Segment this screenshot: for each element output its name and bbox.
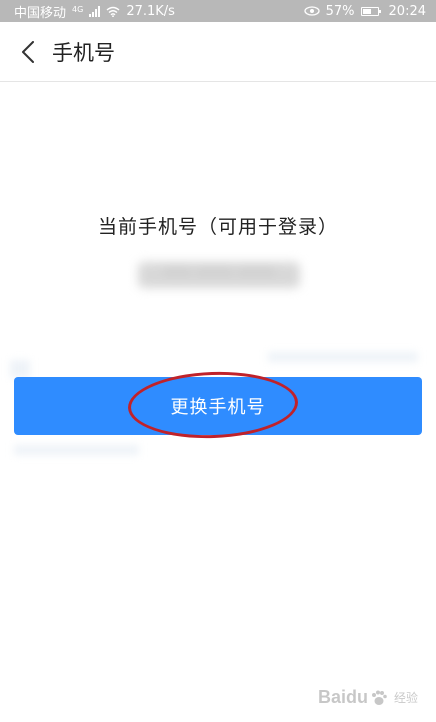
- watermark-suffix: 经验: [393, 691, 418, 705]
- blur-artifact: [268, 352, 418, 362]
- watermark: Baidu 经验: [318, 687, 418, 708]
- chevron-left-icon: [22, 40, 34, 63]
- signal-icon: [89, 5, 101, 17]
- current-phone-label: 当前手机号（可用于登录）: [97, 216, 338, 238]
- current-phone-number: *** **** ****: [138, 262, 300, 288]
- battery-percent: 57%: [325, 3, 355, 19]
- back-button[interactable]: [8, 32, 48, 72]
- battery-icon: [360, 6, 381, 16]
- status-bar: 中国移动 4G 27.1K/s 57% 20:24: [0, 0, 436, 22]
- carrier-name: 中国移动: [14, 5, 67, 21]
- network-type: 4G: [72, 4, 84, 14]
- clock: 20:24: [388, 3, 426, 19]
- blur-artifact: [10, 360, 30, 378]
- status-right: 57% 20:24: [303, 3, 426, 19]
- paw-icon: [371, 690, 387, 705]
- change-phone-button[interactable]: 更换手机号: [14, 377, 422, 435]
- nav-bar: 手机号: [0, 22, 436, 82]
- eye-icon: [303, 6, 320, 16]
- status-left: 中国移动 4G 27.1K/s: [14, 2, 175, 21]
- page-title: 手机号: [52, 40, 115, 65]
- wifi-icon: [106, 6, 120, 17]
- network-speed: 27.1K/s: [126, 3, 175, 19]
- blur-artifact: [14, 445, 139, 455]
- watermark-brand: Baidu: [317, 687, 368, 707]
